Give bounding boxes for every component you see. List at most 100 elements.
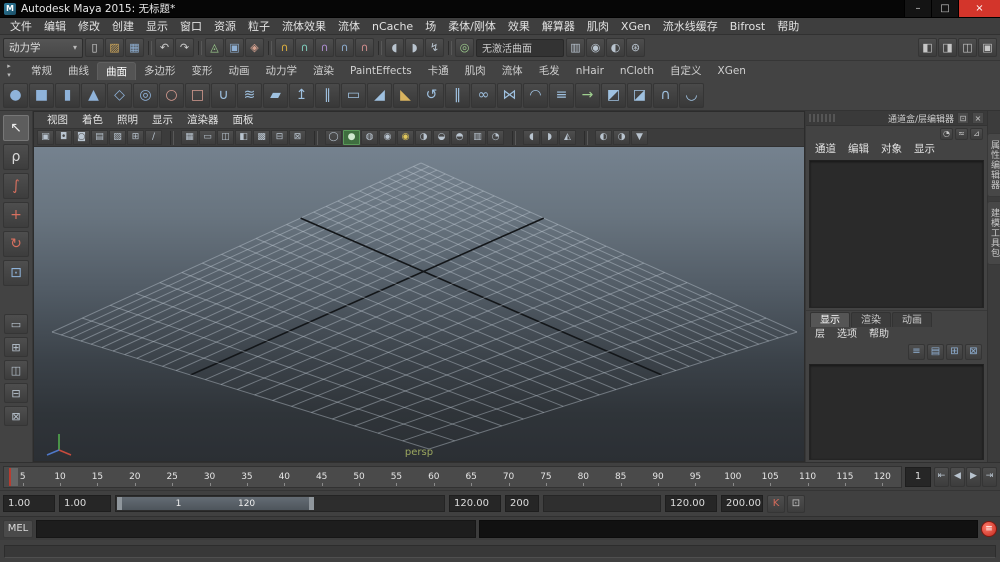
grid-toggle-icon[interactable]: ▦ bbox=[181, 130, 198, 145]
snap-live-icon[interactable]: ∩ bbox=[355, 38, 374, 57]
current-time-field[interactable]: 1 bbox=[905, 467, 931, 487]
menu-item[interactable]: 资源 bbox=[208, 18, 242, 35]
time-tick[interactable]: 45 bbox=[303, 467, 340, 487]
menu-item[interactable]: 编辑 bbox=[38, 18, 72, 35]
time-tick[interactable]: 5 bbox=[4, 467, 41, 487]
redo-icon[interactable]: ↷ bbox=[175, 38, 194, 57]
layer-list-content[interactable] bbox=[809, 364, 984, 460]
open-scene-icon[interactable]: ▨ bbox=[105, 38, 124, 57]
channel-box-menu-item[interactable]: 编辑 bbox=[843, 141, 874, 158]
time-tick[interactable]: 20 bbox=[116, 467, 153, 487]
shelf-tab[interactable]: 渲染 bbox=[305, 62, 342, 80]
motion-blur-icon[interactable]: ◓ bbox=[451, 130, 468, 145]
menu-set-dropdown[interactable]: 动力学 ▾ bbox=[3, 38, 83, 58]
panel-menu-item[interactable]: 面板 bbox=[226, 112, 261, 128]
birail-icon[interactable]: ∥ bbox=[315, 83, 340, 108]
detach-surfaces-icon[interactable]: ⋈ bbox=[497, 83, 522, 108]
insert-isoparms-icon[interactable]: ‖ bbox=[445, 83, 470, 108]
time-slider[interactable]: 5101520253035404550556065707580859095100… bbox=[3, 466, 902, 488]
persp-outliner-layout-button[interactable]: ◫ bbox=[4, 360, 28, 380]
field-chart-icon[interactable]: ▩ bbox=[253, 130, 270, 145]
time-tick[interactable]: 70 bbox=[490, 467, 527, 487]
xray-joints-icon[interactable]: ◭ bbox=[559, 130, 576, 145]
panel-menu-item[interactable]: 照明 bbox=[110, 112, 145, 128]
shadows-icon[interactable]: ◑ bbox=[415, 130, 432, 145]
layer-menu-item[interactable]: 层 bbox=[810, 326, 830, 343]
nurbs-cube-icon[interactable]: ■ bbox=[29, 83, 54, 108]
time-tick[interactable]: 75 bbox=[527, 467, 564, 487]
menu-item[interactable]: 粒子 bbox=[242, 18, 276, 35]
trim-tool-icon[interactable]: ◩ bbox=[601, 83, 626, 108]
make-live-icon[interactable]: ◎ bbox=[455, 38, 474, 57]
range-slider-active[interactable]: 1 120 bbox=[117, 497, 314, 510]
shelf-tab[interactable]: 多边形 bbox=[136, 62, 184, 80]
shelf-tab[interactable]: 肌肉 bbox=[457, 62, 494, 80]
shelf-tab-menu-icon[interactable]: ▾ bbox=[2, 71, 16, 79]
layer-menu-item[interactable]: 选项 bbox=[832, 326, 862, 343]
channel-hyperbolic-icon[interactable]: ≈ bbox=[955, 128, 968, 140]
wireframe-icon[interactable]: ◯ bbox=[325, 130, 342, 145]
layers-empty-icon[interactable]: ▤ bbox=[927, 344, 944, 360]
planar-icon[interactable]: ▰ bbox=[263, 83, 288, 108]
shelf-options-icon[interactable]: ▸ bbox=[2, 62, 16, 70]
menu-item[interactable]: 柔体/刚体 bbox=[442, 18, 502, 35]
menu-item[interactable]: 效果 bbox=[502, 18, 536, 35]
grease-pencil-icon[interactable]: ∕ bbox=[145, 130, 162, 145]
time-tick[interactable]: 95 bbox=[677, 467, 714, 487]
safe-title-icon[interactable]: ⊠ bbox=[289, 130, 306, 145]
film-gate-icon[interactable]: ▭ bbox=[199, 130, 216, 145]
secondary-animation-end-field[interactable]: 200.00 bbox=[721, 495, 763, 512]
minimize-button[interactable]: – bbox=[904, 0, 931, 17]
save-scene-icon[interactable]: ▦ bbox=[125, 38, 144, 57]
bookmarks-icon[interactable]: ▤ bbox=[91, 130, 108, 145]
go-to-start-button[interactable]: ⇤ bbox=[934, 467, 949, 487]
attach-surfaces-icon[interactable]: ∞ bbox=[471, 83, 496, 108]
align-surfaces-icon[interactable]: ≡ bbox=[549, 83, 574, 108]
select-camera-icon[interactable]: ▣ bbox=[37, 130, 54, 145]
layers-sort-icon[interactable]: ≡ bbox=[908, 344, 925, 360]
shelf-tab[interactable]: 流体 bbox=[494, 62, 531, 80]
time-tick[interactable]: 50 bbox=[340, 467, 377, 487]
shelf-tab[interactable]: XGen bbox=[710, 62, 754, 80]
render-current-frame-icon[interactable]: ◉ bbox=[586, 38, 605, 57]
output-connections-icon[interactable]: ◗ bbox=[405, 38, 424, 57]
range-slider[interactable]: 1 120 bbox=[115, 495, 445, 512]
shelf-tab[interactable]: 毛发 bbox=[531, 62, 568, 80]
render-view-icon[interactable]: ▥ bbox=[566, 38, 585, 57]
time-tick[interactable]: 25 bbox=[154, 467, 191, 487]
nurbs-cylinder-icon[interactable]: ▮ bbox=[55, 83, 80, 108]
toggle-modeling-toolkit-icon[interactable]: ◧ bbox=[918, 38, 937, 57]
toggle-channel-box-icon[interactable]: ▣ bbox=[978, 38, 997, 57]
extend-surface-icon[interactable]: → bbox=[575, 83, 600, 108]
lock-camera-icon[interactable]: ◘ bbox=[55, 130, 72, 145]
loft-icon[interactable]: ≋ bbox=[237, 83, 262, 108]
menu-item[interactable]: 窗口 bbox=[174, 18, 208, 35]
construction-history-icon[interactable]: ↯ bbox=[425, 38, 444, 57]
close-panel-icon[interactable]: × bbox=[972, 112, 984, 124]
mel-toggle-button[interactable]: MEL bbox=[3, 520, 33, 538]
shelf-tab[interactable]: 常规 bbox=[23, 62, 60, 80]
isolate-select-icon[interactable]: ◖ bbox=[523, 130, 540, 145]
textured-icon[interactable]: ◉ bbox=[379, 130, 396, 145]
animation-preferences-icon[interactable]: ⊡ bbox=[787, 495, 805, 513]
playback-start-field[interactable]: 1.00 bbox=[59, 495, 111, 512]
menu-item[interactable]: Bifrost bbox=[724, 18, 772, 35]
time-tick[interactable]: 110 bbox=[789, 467, 826, 487]
bevel-plus-icon[interactable]: ◣ bbox=[393, 83, 418, 108]
wireframe-on-shaded-icon[interactable]: ◍ bbox=[361, 130, 378, 145]
gate-mask-icon[interactable]: ◧ bbox=[235, 130, 252, 145]
intersect-surfaces-icon[interactable]: ∩ bbox=[653, 83, 678, 108]
menu-item[interactable]: XGen bbox=[615, 18, 657, 35]
menu-item[interactable]: 流体 bbox=[332, 18, 366, 35]
undo-icon[interactable]: ↶ bbox=[155, 38, 174, 57]
side-tab[interactable]: 属性编辑器 bbox=[987, 133, 1000, 197]
menu-item[interactable]: 帮助 bbox=[771, 18, 805, 35]
revolve-icon[interactable]: ∪ bbox=[211, 83, 236, 108]
layer-tab[interactable]: 渲染 bbox=[851, 312, 891, 327]
shelf-tab[interactable]: 动力学 bbox=[258, 62, 306, 80]
menu-item[interactable]: 场 bbox=[419, 18, 442, 35]
menu-item[interactable]: 解算器 bbox=[536, 18, 581, 35]
shelf-tab[interactable]: 动画 bbox=[221, 62, 258, 80]
view-3d[interactable]: persp bbox=[34, 147, 804, 461]
time-tick[interactable]: 40 bbox=[266, 467, 303, 487]
